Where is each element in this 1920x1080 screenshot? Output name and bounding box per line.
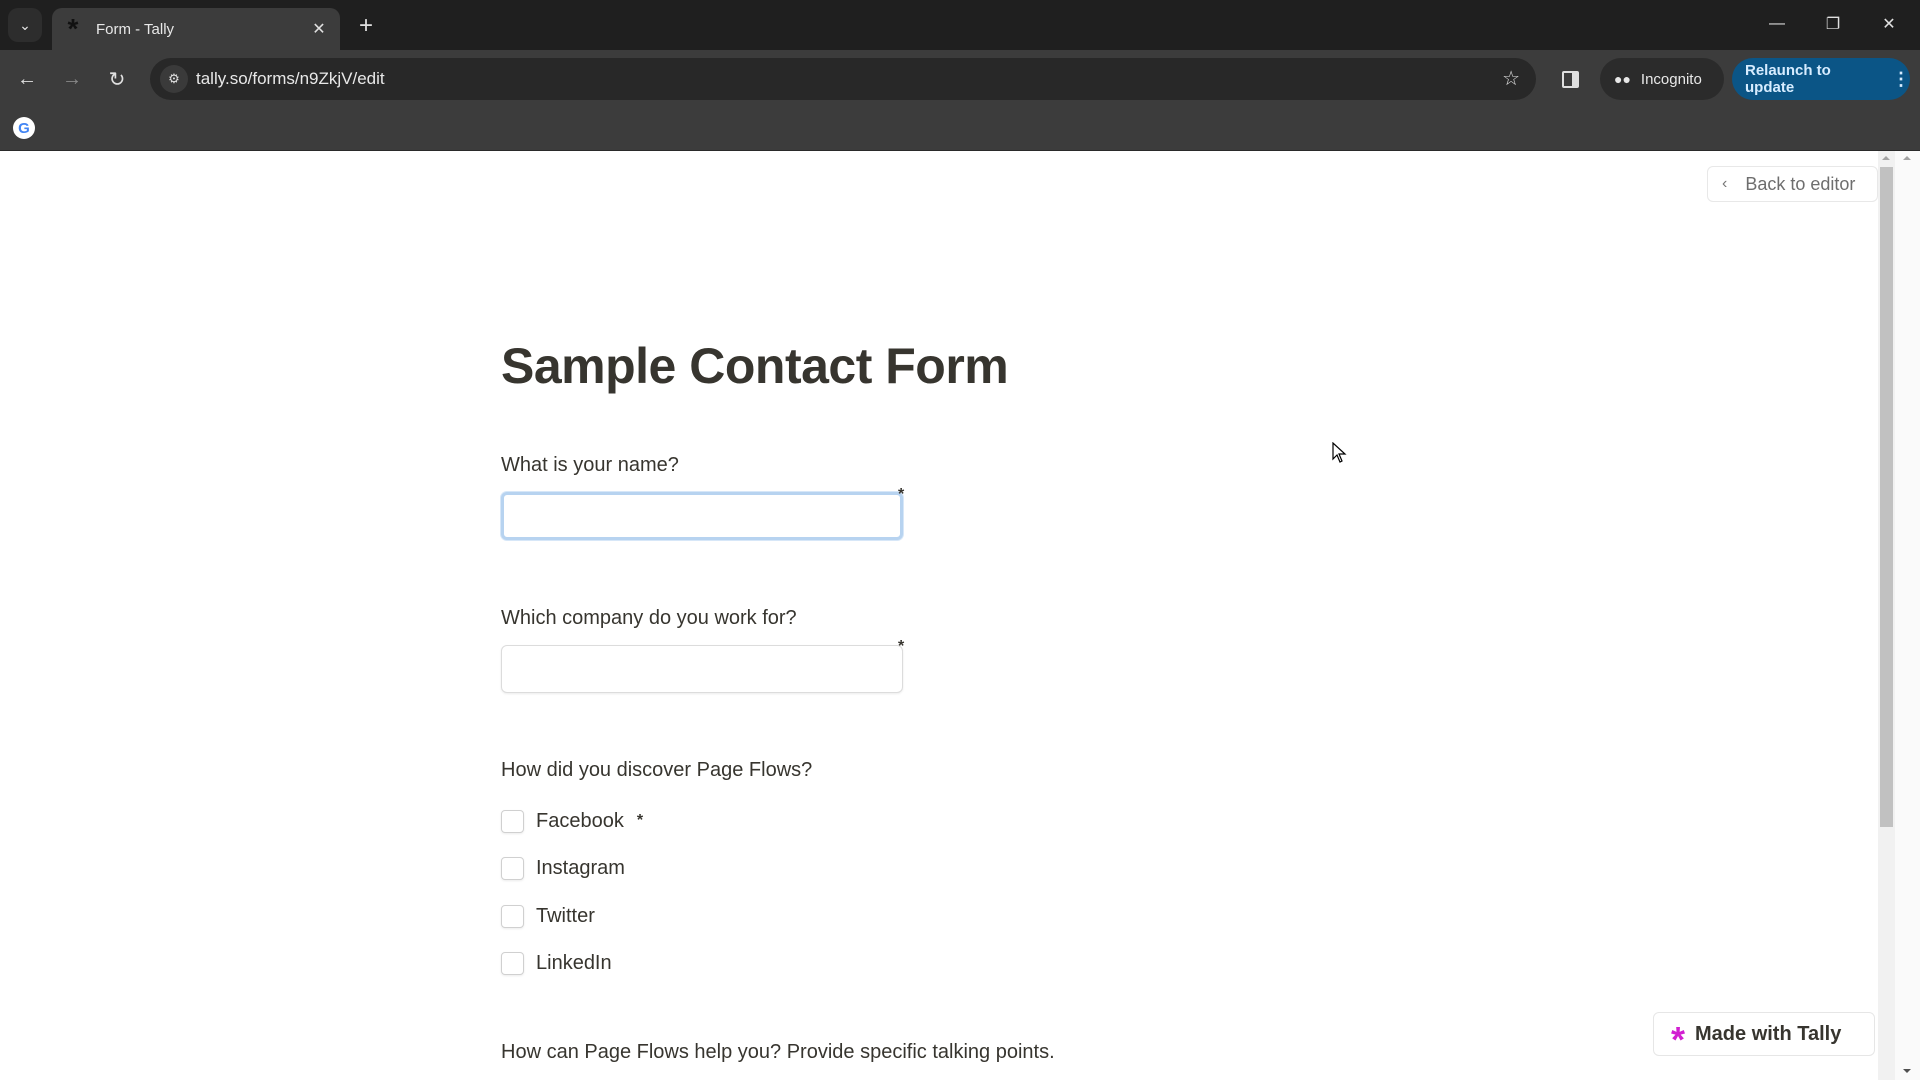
checkbox[interactable] <box>501 904 524 928</box>
bookmark-star-icon[interactable]: ☆ <box>1502 66 1520 91</box>
incognito-badge[interactable]: ●● Incognito <box>1600 58 1724 100</box>
made-with-tally-label: Made with Tally <box>1695 1022 1842 1045</box>
close-icon: ✕ <box>1882 16 1896 33</box>
name-input[interactable] <box>501 492 903 540</box>
form-title: Sample Contact Form <box>501 338 1009 394</box>
url-text[interactable]: tally.so/forms/n9ZkjV/edit <box>196 69 385 89</box>
checkbox-label: Instagram <box>536 856 625 879</box>
restore-icon: ❐ <box>1825 16 1841 33</box>
checkbox-option-instagram[interactable]: Instagram <box>501 854 625 882</box>
forward-button[interactable]: → <box>58 65 86 93</box>
more-menu-icon: ⋮ <box>1892 68 1910 89</box>
checkbox-label: Facebook <box>536 809 624 832</box>
checkbox-option-facebook[interactable]: Facebook * <box>501 807 643 835</box>
address-bar[interactable]: ⚙ tally.so/forms/n9ZkjV/edit ☆ <box>150 58 1536 100</box>
close-tab-icon[interactable]: ✕ <box>308 19 330 39</box>
arrow-right-icon: → <box>62 67 82 90</box>
chevron-down-icon: ⌄ <box>19 16 31 33</box>
checkbox[interactable] <box>501 809 524 833</box>
question-discover-label: How did you discover Page Flows? <box>501 759 813 781</box>
company-input[interactable] <box>501 645 903 693</box>
scroll-up-icon[interactable] <box>1903 156 1911 160</box>
back-button[interactable]: ← <box>13 65 41 93</box>
scrollbar-thumb[interactable] <box>1880 167 1893 827</box>
chevron-left-icon: ‹ <box>1722 175 1728 192</box>
question-help-label: How can Page Flows help you? Provide spe… <box>501 1041 1055 1063</box>
back-to-editor-button[interactable]: ‹ Back to editor <box>1707 166 1878 202</box>
mouse-cursor-icon <box>1332 442 1347 463</box>
question-name-label: What is your name? <box>501 454 679 476</box>
checkbox[interactable] <box>501 856 524 880</box>
checkbox[interactable] <box>501 951 524 975</box>
incognito-label: Incognito <box>1640 70 1702 88</box>
new-tab-button[interactable]: + <box>352 12 380 40</box>
checkbox-label: Twitter <box>536 904 595 927</box>
relaunch-to-update-button[interactable]: Relaunch to update ⋮ <box>1732 58 1910 100</box>
window-close-button[interactable]: ✕ <box>1866 8 1912 40</box>
reload-button[interactable]: ↻ <box>103 65 131 93</box>
required-marker: * <box>898 486 905 503</box>
required-marker: * <box>636 812 644 829</box>
scroll-down-icon[interactable] <box>1903 1069 1911 1073</box>
tally-asterisk-icon: * <box>67 13 79 44</box>
side-panel-button[interactable] <box>1556 65 1584 93</box>
tab-form-tally[interactable]: * Form - Tally ✕ <box>52 8 340 50</box>
tune-icon: ⚙ <box>168 71 180 86</box>
minimize-icon: — <box>1769 15 1785 32</box>
side-panel-icon <box>1561 70 1579 88</box>
checkbox-option-linkedin[interactable]: LinkedIn <box>501 949 612 977</box>
tab-bar: ⌄ * Form - Tally ✕ + — ❐ ✕ <box>0 0 1920 50</box>
outer-scrollbar[interactable] <box>1895 151 1920 1080</box>
incognito-icon: ●● <box>1614 71 1631 87</box>
question-company-label: Which company do you work for? <box>501 607 797 629</box>
bookmarks-bar: G <box>0 108 1920 151</box>
relaunch-label: Relaunch to update <box>1745 62 1831 96</box>
checkbox-option-twitter[interactable]: Twitter <box>501 902 595 930</box>
browser-toolbar: ← → ↻ ⚙ tally.so/forms/n9ZkjV/edit ☆ ●● … <box>0 50 1920 108</box>
minimize-button[interactable]: — <box>1754 8 1800 40</box>
checkbox-label: LinkedIn <box>536 951 612 974</box>
scroll-up-icon[interactable] <box>1882 156 1890 160</box>
arrow-left-icon: ← <box>17 67 37 90</box>
tab-search-button[interactable]: ⌄ <box>8 8 42 42</box>
site-info-button[interactable]: ⚙ <box>160 65 188 93</box>
made-with-tally-badge[interactable]: * Made with Tally <box>1653 1012 1875 1060</box>
required-marker: * <box>898 638 905 655</box>
page-content: ‹ Back to editor Sample Contact Form Wha… <box>0 151 1920 1080</box>
google-bookmark-icon[interactable]: G <box>13 117 35 139</box>
reload-icon: ↻ <box>108 68 126 91</box>
tally-asterisk-icon: * <box>1671 1019 1686 1060</box>
inner-scrollbar[interactable] <box>1878 151 1895 1080</box>
back-to-editor-label: Back to editor <box>1745 173 1856 194</box>
tab-title: Form - Tally <box>96 20 175 38</box>
restore-button[interactable]: ❐ <box>1810 8 1856 40</box>
